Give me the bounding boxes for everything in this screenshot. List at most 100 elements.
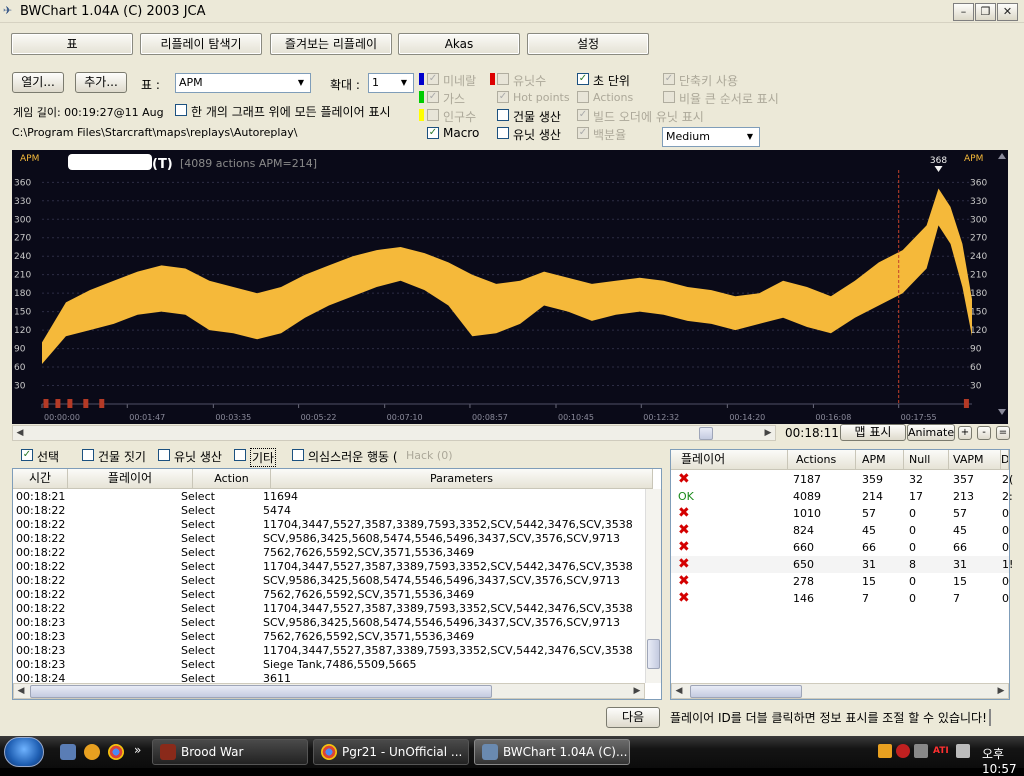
player-row[interactable]: ✖ 824 45 0 45 0	[671, 522, 1009, 539]
chrome-quicklaunch-icon[interactable]	[108, 744, 124, 760]
scroll-right-icon[interactable]: ▶	[761, 426, 775, 440]
building-production-checkbox[interactable]	[497, 109, 509, 121]
player-row[interactable]: ✖ 278 15 0 15 0	[671, 573, 1009, 590]
tray-volume-icon[interactable]	[956, 744, 970, 758]
add-button[interactable]: 추가...	[75, 72, 127, 93]
table-row[interactable]: 00:18:21 Select 11694	[13, 490, 643, 504]
chart-scroll-thumb[interactable]	[699, 427, 713, 440]
quicklaunch-overflow[interactable]: »	[134, 743, 141, 757]
filter-select-checkbox[interactable]: ✓	[21, 449, 33, 461]
next-button[interactable]: 다음	[606, 707, 660, 728]
gas-checkbox[interactable]: ✓	[427, 91, 439, 103]
table-row[interactable]: 00:18:22 Select 7562,7626,5592,SCV,3571,55…	[13, 588, 643, 602]
show-map-button[interactable]: 맵 표시	[840, 424, 906, 441]
log-header-action[interactable]: Action	[193, 469, 271, 489]
animate-button[interactable]: Animate	[907, 424, 955, 441]
player-hscroll-thumb[interactable]	[690, 685, 802, 698]
hot-points-checkbox[interactable]: ✓	[497, 91, 509, 103]
percentage-checkbox[interactable]: ✓	[577, 127, 589, 139]
start-button[interactable]	[4, 737, 44, 767]
log-header-parameters[interactable]: Parameters	[271, 469, 653, 489]
table-row[interactable]: 00:18:22 Select SCV,9586,3425,5608,5474,55…	[13, 574, 643, 588]
build-order-units-checkbox[interactable]: ✓	[577, 109, 589, 121]
tab-table[interactable]: 표	[11, 33, 133, 55]
scroll-left-icon[interactable]: ◀	[14, 684, 28, 698]
player-header-null[interactable]: Null	[904, 450, 949, 470]
zoom-in-button[interactable]: +	[958, 426, 972, 440]
minimize-button[interactable]: –	[953, 3, 974, 21]
log-horizontal-scrollbar[interactable]: ◀ ▶	[13, 683, 645, 699]
table-row[interactable]: 00:18:22 Select 11704,3447,5527,3587,3389,…	[13, 518, 643, 532]
zoom-out-button[interactable]: -	[977, 426, 991, 440]
player-row[interactable]: ✖ 146 7 0 7 0	[671, 590, 1009, 607]
player-header-name[interactable]: 플레이어	[671, 450, 788, 470]
scroll-up-icon[interactable]	[998, 153, 1006, 159]
player-header-apm[interactable]: APM	[856, 450, 904, 470]
quality-select[interactable]: Medium ▼	[662, 127, 760, 147]
table-row[interactable]: 00:18:22 Select 11704,3447,5527,3587,3389,…	[13, 560, 643, 574]
all-players-checkbox[interactable]	[175, 104, 187, 116]
scroll-down-icon[interactable]	[998, 409, 1006, 415]
log-hscroll-thumb[interactable]	[30, 685, 492, 698]
zoom-select[interactable]: 1 ▼	[368, 73, 414, 93]
close-button[interactable]: ✕	[997, 3, 1018, 21]
tab-akas[interactable]: Akas	[398, 33, 520, 55]
tab-settings[interactable]: 설정	[527, 33, 649, 55]
chart-scrollbar[interactable]: ◀ ▶	[12, 425, 776, 441]
unit-count-checkbox[interactable]	[497, 73, 509, 85]
macro-checkbox[interactable]: ✓	[427, 127, 439, 139]
player-row[interactable]: ✖ 1010 57 0 57 0	[671, 505, 1009, 522]
table-row[interactable]: 00:18:22 Select 5474	[13, 504, 643, 518]
chart-type-select[interactable]: APM ▼	[175, 73, 311, 93]
player-header-vapm[interactable]: VAPM	[949, 450, 1001, 470]
player-row[interactable]: ✖ 650 31 8 31 1!	[671, 556, 1013, 573]
scroll-left-icon[interactable]: ◀	[13, 426, 27, 440]
player-stats-table[interactable]: 플레이어 Actions APM Null VAPM D ✖ 7187 359 32 3…	[670, 449, 1013, 700]
table-row[interactable]: 00:18:22 Select 11704,3447,5527,3587,3389,…	[13, 602, 643, 616]
restore-button[interactable]: ❐	[975, 3, 996, 21]
task-brood-war[interactable]: Brood War	[152, 739, 308, 765]
log-header-player[interactable]: 플레이어	[68, 469, 193, 489]
table-row[interactable]: 00:18:23 Select SCV,9586,3425,5608,5474,55…	[13, 616, 643, 630]
zoom-reset-button[interactable]: =	[996, 426, 1010, 440]
player-horizontal-scrollbar[interactable]: ◀ ▶	[671, 683, 1009, 699]
tray-ati-icon[interactable]: ATI	[933, 746, 949, 756]
table-row[interactable]: 00:18:22 Select 7562,7626,5592,SCV,3571,55…	[13, 546, 643, 560]
supply-checkbox[interactable]	[427, 109, 439, 121]
tray-antivirus-icon[interactable]	[896, 744, 910, 758]
open-button[interactable]: 열기...	[12, 72, 64, 93]
tab-favorite-replays[interactable]: 즐겨보는 리플레이	[270, 33, 392, 55]
unit-production-checkbox[interactable]	[497, 127, 509, 139]
table-row[interactable]: 00:18:23 Select 11704,3447,5527,3587,3389,…	[13, 644, 643, 658]
action-log-table[interactable]: 시간 플레이어 Action Parameters 00:18:21 Select…	[12, 468, 662, 700]
apm-chart[interactable]: 30 60 90 120 150 180 210 240 270 300 330 360 30 60 90…	[12, 150, 1008, 424]
actions-checkbox[interactable]	[577, 91, 589, 103]
table-row[interactable]: 00:18:23 Select 7562,7626,5592,SCV,3571,55…	[13, 630, 643, 644]
player-row[interactable]: ✖ 660 66 0 66 0	[671, 539, 1009, 556]
app-quicklaunch-icon[interactable]	[84, 744, 100, 760]
sort-by-ratio-checkbox[interactable]	[663, 91, 675, 103]
task-pgr21[interactable]: Pgr21 - UnOfficial ...	[313, 739, 469, 765]
player-header-extra[interactable]: D	[1001, 450, 1009, 470]
hotkeys-checkbox[interactable]: ✓	[663, 73, 675, 85]
scroll-right-icon[interactable]: ▶	[630, 684, 644, 698]
tab-replay-browser[interactable]: 리플레이 탐색기	[140, 33, 262, 55]
log-header-time[interactable]: 시간	[13, 469, 68, 489]
player-header-actions[interactable]: Actions	[788, 450, 856, 470]
player-row[interactable]: ✖ 7187 359 32 357 2(	[671, 471, 1013, 488]
seconds-checkbox[interactable]: ✓	[577, 73, 589, 85]
table-row[interactable]: 00:18:23 Select Siege Tank,7486,5509,5665	[13, 658, 643, 672]
tray-network-icon[interactable]	[914, 744, 928, 758]
scroll-right-icon[interactable]: ▶	[994, 684, 1008, 698]
player-row[interactable]: OK 4089 214 17 213 2:	[671, 488, 1013, 505]
minerals-checkbox[interactable]: ✓	[427, 73, 439, 85]
log-vscroll-thumb[interactable]	[647, 639, 660, 669]
scroll-left-icon[interactable]: ◀	[672, 684, 686, 698]
log-vertical-scrollbar[interactable]	[645, 489, 661, 683]
show-desktop-icon[interactable]	[60, 744, 76, 760]
table-row[interactable]: 00:18:22 Select SCV,9586,3425,5608,5474,55…	[13, 532, 643, 546]
task-bwchart[interactable]: BWChart 1.04A (C)...	[474, 739, 630, 765]
filter-build-checkbox[interactable]	[82, 449, 94, 461]
filter-suspicious-checkbox[interactable]	[292, 449, 304, 461]
filter-other-checkbox[interactable]	[234, 449, 246, 461]
